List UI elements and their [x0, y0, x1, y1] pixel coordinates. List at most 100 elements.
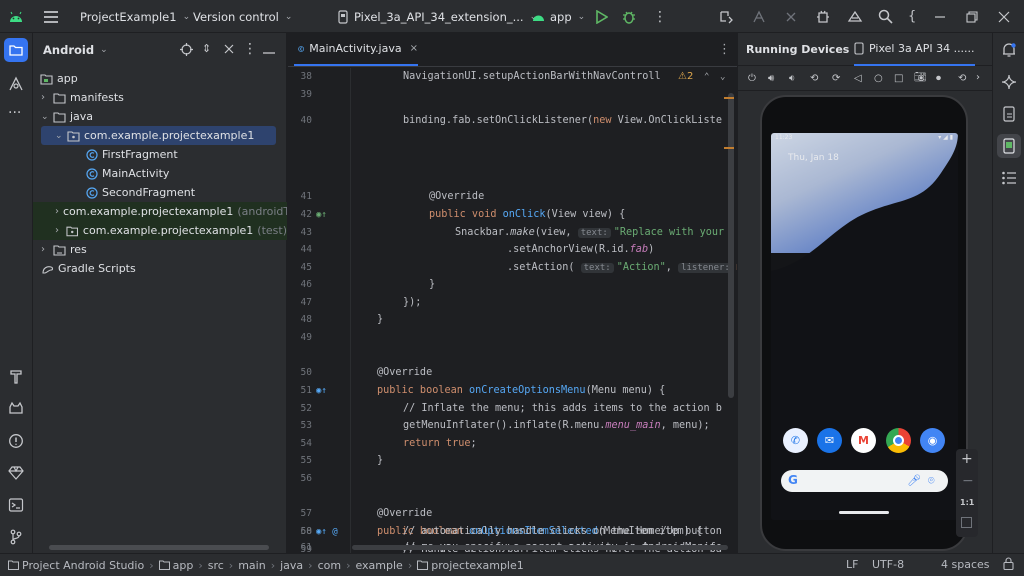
- tree-item-java[interactable]: ⌄ java: [33, 107, 287, 126]
- structure-icon[interactable]: [1001, 170, 1017, 189]
- collapse-all-icon[interactable]: [223, 43, 235, 58]
- lens-icon[interactable]: ⌾: [928, 474, 935, 488]
- breadcrumb-item[interactable]: com: [318, 559, 342, 572]
- restore-window-icon[interactable]: [966, 0, 978, 33]
- project-selector[interactable]: ProjectExample1 ⌄: [80, 0, 190, 33]
- notifications-icon[interactable]: [1001, 42, 1017, 61]
- power-icon[interactable]: ⏻: [748, 73, 756, 84]
- vertical-scrollbar[interactable]: [728, 93, 734, 398]
- terminal-icon[interactable]: [8, 497, 24, 516]
- warning-marker[interactable]: [724, 97, 734, 99]
- more-controls-icon[interactable]: ›: [976, 72, 980, 83]
- volume-up-icon[interactable]: 🔊︎: [768, 73, 774, 84]
- device-selector[interactable]: Pixel_3a_API_34_extension_... ⌄: [337, 0, 537, 33]
- tree-item-first-fragment[interactable]: FirstFragment: [33, 145, 287, 164]
- running-devices-icon[interactable]: [997, 134, 1021, 158]
- horizontal-scrollbar[interactable]: [352, 545, 728, 550]
- device-manager-icon[interactable]: [815, 0, 831, 33]
- screenshot-icon[interactable]: 📷︎: [914, 72, 927, 83]
- version-control-icon[interactable]: [8, 529, 24, 548]
- screen-record-icon[interactable]: ⏺: [936, 73, 941, 84]
- apply-changes-icon[interactable]: [751, 0, 767, 33]
- tab-options-icon[interactable]: ⋮: [718, 42, 731, 57]
- gmail-app-icon[interactable]: M: [851, 428, 876, 453]
- override-gutter-icon[interactable]: ◉↑: [316, 386, 340, 396]
- camera-app-icon[interactable]: ◉: [920, 428, 945, 453]
- zoom-out-icon[interactable]: −: [962, 473, 974, 489]
- close-tab-icon[interactable]: ×: [410, 43, 418, 54]
- sync-project-icon[interactable]: [719, 0, 735, 33]
- phone-app-icon[interactable]: ✆: [783, 428, 808, 453]
- date-widget[interactable]: Thu, Jan 18: [788, 153, 839, 163]
- app-quality-insights-icon[interactable]: [8, 465, 24, 484]
- zoom-in-icon[interactable]: +: [961, 451, 973, 467]
- tree-item-package-androidtest[interactable]: › com.example.projectexample1 (androidT: [33, 202, 287, 221]
- messages-app-icon[interactable]: ✉: [817, 428, 842, 453]
- override-gutter-icon[interactable]: ◉↑ @: [316, 527, 340, 537]
- more-tools-icon[interactable]: ···: [8, 105, 21, 121]
- run-config-selector[interactable]: app ⌄: [532, 0, 585, 33]
- locate-icon[interactable]: [180, 43, 193, 59]
- device-file-explorer-icon[interactable]: [1001, 106, 1017, 125]
- more-actions-icon[interactable]: ⋮: [653, 0, 667, 33]
- breadcrumb-item[interactable]: java: [280, 559, 303, 572]
- search-widget[interactable]: G 🎤︎ ⌾: [781, 470, 948, 492]
- minimize-window-icon[interactable]: [934, 0, 946, 33]
- vcs-selector[interactable]: Version control ⌄: [193, 0, 292, 33]
- search-icon[interactable]: [878, 0, 893, 33]
- tree-item-gradle-scripts[interactable]: Gradle Scripts: [33, 259, 287, 278]
- hamburger-menu-icon[interactable]: [44, 0, 58, 33]
- code-area[interactable]: 38 NavigationUI.setupActionBarWithNavCon…: [288, 68, 737, 553]
- warning-marker[interactable]: [724, 147, 734, 149]
- rotate-left-icon[interactable]: ⟲: [810, 73, 818, 84]
- gesture-bar[interactable]: [839, 511, 889, 514]
- rotate-right-icon[interactable]: ⟳: [832, 73, 840, 84]
- line-separator[interactable]: LF: [846, 558, 858, 571]
- run-icon[interactable]: [596, 0, 608, 33]
- tree-item-res[interactable]: › res: [33, 240, 287, 259]
- tree-item-manifests[interactable]: › manifests: [33, 88, 287, 107]
- chrome-app-icon[interactable]: [886, 428, 911, 453]
- project-view-selector[interactable]: Android ⌄: [43, 33, 108, 66]
- next-highlight-icon[interactable]: ⌄: [720, 72, 725, 82]
- debug-icon[interactable]: [622, 0, 636, 33]
- back-icon[interactable]: ◁: [854, 73, 862, 84]
- indent-setting[interactable]: 4 spaces: [941, 558, 990, 571]
- resource-manager-icon[interactable]: [8, 76, 24, 95]
- expand-collapse-icon[interactable]: ⇕: [202, 42, 211, 55]
- override-gutter-icon[interactable]: ◉↑: [316, 210, 340, 220]
- warning-indicator[interactable]: ⚠2: [678, 71, 693, 82]
- lock-icon[interactable]: [1003, 557, 1014, 573]
- breadcrumb-item[interactable]: src: [208, 559, 224, 572]
- microphone-icon[interactable]: 🎤︎: [907, 474, 921, 487]
- tree-item-package-test[interactable]: › com.example.projectexample1 (test): [33, 221, 287, 240]
- breadcrumb-item[interactable]: app: [173, 559, 194, 572]
- zoom-actual-size[interactable]: 1:1: [960, 498, 974, 507]
- tree-item-main-activity[interactable]: MainActivity: [33, 164, 287, 183]
- overview-icon[interactable]: □: [894, 73, 903, 84]
- zoom-fit-icon[interactable]: [961, 517, 972, 528]
- problems-icon[interactable]: [8, 433, 24, 452]
- tab-main-activity[interactable]: MainActivity.java ×: [294, 33, 418, 66]
- logcat-icon[interactable]: [8, 401, 24, 420]
- close-window-icon[interactable]: [998, 0, 1010, 33]
- tree-item-package-main[interactable]: ⌄ com.example.projectexample1: [41, 126, 276, 145]
- prev-highlight-icon[interactable]: ⌃: [704, 72, 709, 82]
- settings-bracket-icon[interactable]: {: [908, 0, 916, 33]
- horizontal-scrollbar[interactable]: [49, 545, 269, 550]
- volume-down-icon[interactable]: 🔉︎: [789, 73, 795, 84]
- breadcrumb-item[interactable]: main: [238, 559, 265, 572]
- breadcrumb-item[interactable]: projectexample1: [431, 559, 524, 572]
- home-icon[interactable]: ○: [874, 73, 883, 84]
- breadcrumb-item[interactable]: example: [355, 559, 402, 572]
- tree-item-app[interactable]: app: [33, 69, 287, 88]
- file-encoding[interactable]: UTF-8: [872, 558, 904, 571]
- build-tool-icon[interactable]: [8, 369, 24, 388]
- sdk-manager-icon[interactable]: [846, 0, 864, 33]
- tab-device[interactable]: Pixel 3a API 34 ......: [854, 33, 975, 66]
- project-tool-icon[interactable]: [4, 38, 28, 62]
- tree-item-second-fragment[interactable]: SecondFragment: [33, 183, 287, 202]
- hide-panel-icon[interactable]: [263, 44, 275, 57]
- options-icon[interactable]: ⋮: [243, 41, 257, 57]
- snapshot-icon[interactable]: ⟲: [958, 73, 966, 84]
